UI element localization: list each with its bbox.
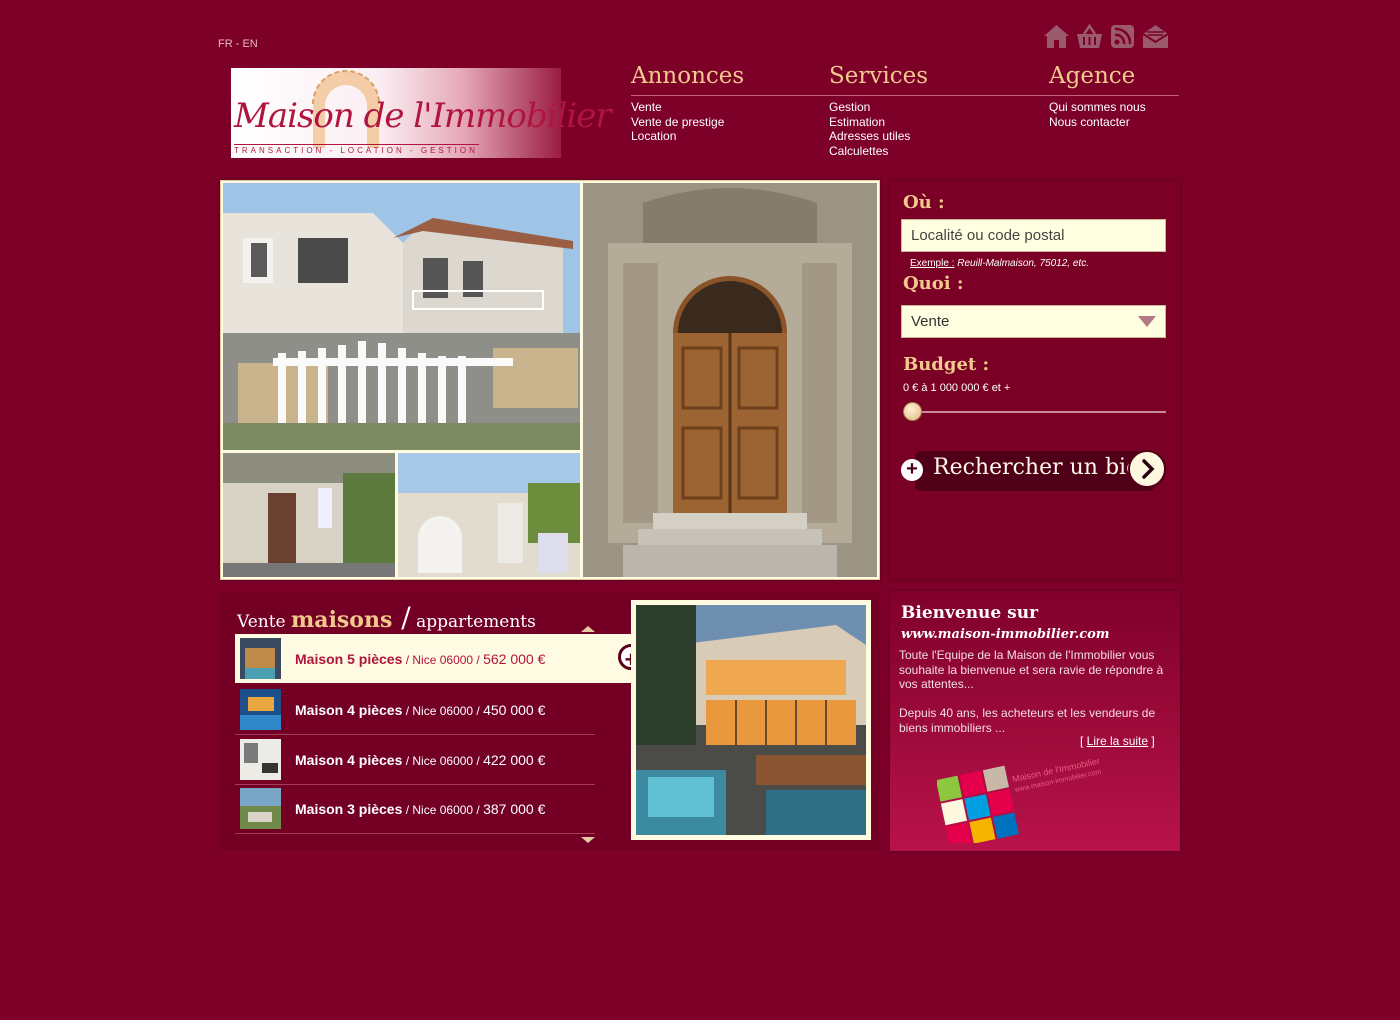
read-more-link[interactable]: Lire la suite xyxy=(1087,734,1148,748)
where-label: Où : xyxy=(903,192,945,213)
nav-link-estimation[interactable]: Estimation xyxy=(829,115,928,130)
lang-fr-link[interactable]: FR xyxy=(218,38,233,50)
featured-listing-photo[interactable] xyxy=(631,600,871,840)
listing-thumbnail xyxy=(240,739,281,780)
basket-icon[interactable] xyxy=(1075,22,1104,50)
language-switch: FR - EN xyxy=(218,38,258,50)
search-button[interactable]: + Rechercher un bien xyxy=(901,449,1168,493)
site-logo[interactable]: Maison de l'Immobilier TRANSACTION - LOC… xyxy=(231,68,612,158)
budget-range-text: 0 € à 1 000 000 € et + xyxy=(903,382,1011,394)
listings-title-pre[interactable]: Vente xyxy=(237,612,291,632)
listings-title-apartments[interactable]: appartements xyxy=(411,612,536,632)
listing-row[interactable]: Maison 3 pièces / Nice 06000 / 387 000 € xyxy=(235,784,595,834)
listing-location: / Nice 06000 / xyxy=(402,703,484,718)
location-input[interactable] xyxy=(901,219,1166,252)
door-photo[interactable] xyxy=(583,183,877,577)
home-icon[interactable] xyxy=(1042,22,1071,50)
nav-link-contact[interactable]: Nous contacter xyxy=(1049,115,1146,130)
nav-link-vente[interactable]: Vente xyxy=(631,100,744,115)
listing-location: / Nice 06000 / xyxy=(402,802,484,817)
arrow-right-icon xyxy=(1128,450,1166,488)
nav-agence: Agence Qui sommes nous Nous contacter xyxy=(1049,62,1146,129)
plus-icon: + xyxy=(901,459,923,481)
search-panel: Où : Exemple : Reuill-Malmaison, 75012, … xyxy=(890,181,1180,579)
dropdown-arrow-icon xyxy=(1138,315,1156,327)
listing-row[interactable]: Maison 5 pièces / Nice 06000 / 562 000 € xyxy=(235,634,631,683)
search-button-label: Rechercher un bien xyxy=(933,455,1154,480)
property-type-select[interactable]: Vente xyxy=(901,305,1166,338)
nav-services: Services Gestion Estimation Adresses uti… xyxy=(829,62,928,158)
budget-slider-thumb[interactable] xyxy=(903,402,922,421)
welcome-url: www.maison-immobilier.com xyxy=(901,627,1110,642)
top-icon-bar xyxy=(1042,22,1170,50)
garage-photo[interactable] xyxy=(398,453,580,577)
welcome-paragraph-2: Depuis 40 ans, les acheteurs et les vend… xyxy=(899,706,1156,735)
nav-agence-title[interactable]: Agence xyxy=(1049,62,1146,90)
lang-en-link[interactable]: EN xyxy=(242,38,257,50)
nav-link-gestion[interactable]: Gestion xyxy=(829,100,928,115)
listing-name: Maison 4 pièces xyxy=(295,701,403,718)
budget-slider-track[interactable] xyxy=(903,411,1166,413)
listing-thumbnail xyxy=(240,689,281,730)
listing-row[interactable]: Maison 4 pièces / Nice 06000 / 450 000 € xyxy=(235,685,595,735)
example-text: Reuill-Malmaison, 75012, etc. xyxy=(954,258,1089,269)
search-example: Exemple : Reuill-Malmaison, 75012, etc. xyxy=(910,258,1089,269)
nav-link-qui-sommes-nous[interactable]: Qui sommes nous xyxy=(1049,100,1146,115)
listing-price: 450 000 € xyxy=(483,701,546,718)
nav-link-location[interactable]: Location xyxy=(631,129,744,144)
listings-title-sep: / xyxy=(392,601,411,634)
nav-link-vente-prestige[interactable]: Vente de prestige xyxy=(631,115,744,130)
listing-name: Maison 3 pièces xyxy=(295,800,403,817)
listing-location: / Nice 06000 / xyxy=(402,753,484,768)
listing-location: / Nice 06000 / xyxy=(402,652,484,667)
listing-price: 422 000 € xyxy=(483,751,546,768)
read-more: [ Lire la suite ] xyxy=(1080,734,1155,748)
listing-name: Maison 5 pièces xyxy=(295,650,403,667)
scroll-down-arrow-icon[interactable] xyxy=(581,837,595,843)
nav-annonces-title[interactable]: Annonces xyxy=(631,62,744,90)
property-type-value: Vente xyxy=(911,313,950,330)
listing-name: Maison 4 pièces xyxy=(295,751,403,768)
listing-price: 562 000 € xyxy=(483,650,546,667)
read-more-close: ] xyxy=(1148,734,1155,748)
read-more-open: [ xyxy=(1080,734,1087,748)
mail-icon[interactable] xyxy=(1141,22,1170,50)
nav-services-title[interactable]: Services xyxy=(829,62,928,90)
what-label: Quoi : xyxy=(903,273,964,294)
listing-thumbnail xyxy=(240,788,281,829)
listing-price: 387 000 € xyxy=(483,800,546,817)
mosaic-logo-icon[interactable]: Maison de l'Immobilier www.maison-immobi… xyxy=(937,758,1117,843)
budget-label: Budget : xyxy=(903,354,990,375)
listings-panel: Vente maisons / appartements Maison 5 pi… xyxy=(220,592,880,850)
welcome-paragraph-1: Toute l'Equipe de la Maison de l'Immobil… xyxy=(899,648,1164,691)
hero-photo-collage xyxy=(220,180,880,580)
house-photo[interactable] xyxy=(223,183,580,450)
logo-tagline: TRANSACTION - LOCATION - GESTION xyxy=(234,144,479,155)
nav-annonces: Annonces Vente Vente de prestige Locatio… xyxy=(631,62,744,144)
welcome-panel: Bienvenue sur www.maison-immobilier.com … xyxy=(890,591,1180,851)
rss-icon[interactable] xyxy=(1108,22,1137,50)
listing-thumbnail xyxy=(240,638,281,679)
courtyard-photo[interactable] xyxy=(223,453,395,577)
listings-title-houses[interactable]: maisons xyxy=(291,607,392,633)
listings-title: Vente maisons / appartements xyxy=(237,601,536,634)
logo-name: Maison de l'Immobilier xyxy=(234,96,612,136)
example-label: Exemple : xyxy=(910,258,955,269)
scroll-up-arrow-icon[interactable] xyxy=(581,626,595,632)
nav-link-adresses[interactable]: Adresses utiles xyxy=(829,129,928,144)
welcome-title: Bienvenue sur xyxy=(901,603,1039,623)
lang-separator: - xyxy=(232,38,243,50)
nav-link-calculettes[interactable]: Calculettes xyxy=(829,144,928,159)
listing-row[interactable]: Maison 4 pièces / Nice 06000 / 422 000 € xyxy=(235,735,595,785)
